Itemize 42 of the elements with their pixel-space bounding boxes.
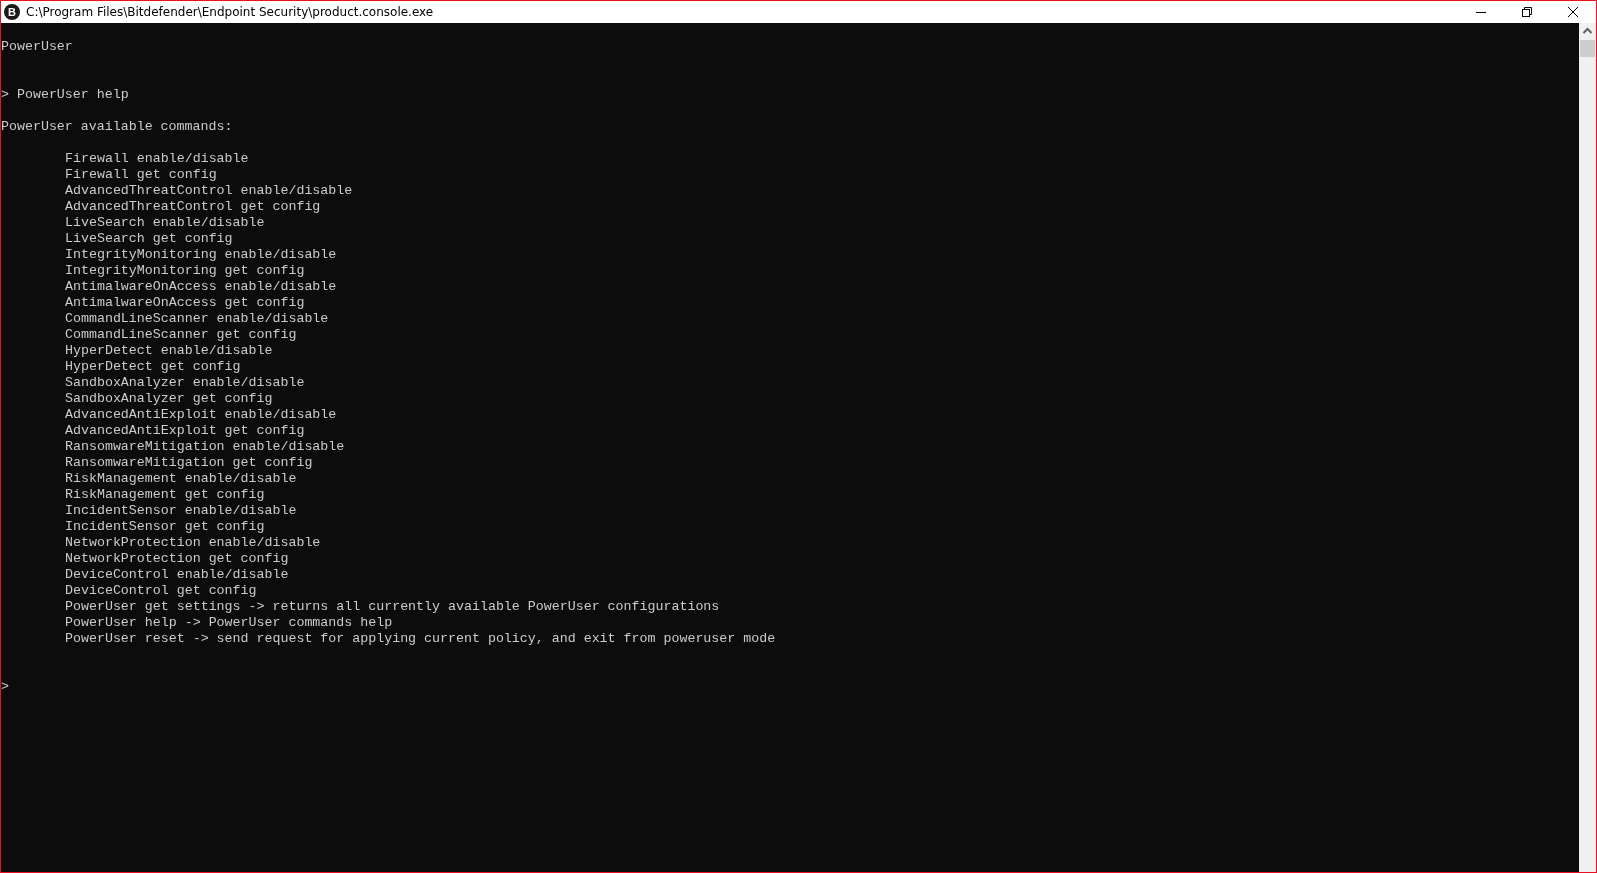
minimize-icon [1476, 11, 1486, 13]
command-help-line: HyperDetect get config [65, 359, 241, 374]
command-help-line: PowerUser help -> PowerUser commands help [65, 615, 393, 630]
app-icon: B [4, 4, 20, 20]
command-help-line: PowerUser reset -> send request for applying current policy, and exit from poweruser mode [65, 631, 776, 646]
command-help-line: SandboxAnalyzer get config [65, 391, 273, 406]
command-help-line: IncidentSensor enable/disable [65, 503, 297, 518]
command-help-line: Firewall enable/disable [65, 151, 249, 166]
command-help-line: NetworkProtection get config [65, 551, 289, 566]
command-help-line: IncidentSensor get config [65, 519, 265, 534]
command-help-line: SandboxAnalyzer enable/disable [65, 375, 305, 390]
command-help-line: AntimalwareOnAccess get config [65, 295, 305, 310]
command-help-line: PowerUser get settings -> returns all currently available PowerUser configurations [65, 599, 720, 614]
console-output-line: PowerUser [1, 39, 73, 54]
command-help-line: AntimalwareOnAccess enable/disable [65, 279, 337, 294]
command-help-line: IntegrityMonitoring get config [65, 263, 305, 278]
command-help-line: NetworkProtection enable/disable [65, 535, 321, 550]
command-help-line: IntegrityMonitoring enable/disable [65, 247, 337, 262]
command-help-line: AdvancedAntiExploit get config [65, 423, 305, 438]
console-output-line: PowerUser available commands: [1, 119, 233, 134]
command-help-line: CommandLineScanner enable/disable [65, 311, 329, 326]
command-help-line: AdvancedThreatControl get config [65, 199, 321, 214]
command-help-line: DeviceControl get config [65, 583, 257, 598]
command-help-line: DeviceControl enable/disable [65, 567, 289, 582]
console-command-line: > PowerUser help [1, 87, 129, 102]
command-help-line: LiveSearch get config [65, 231, 233, 246]
command-help-line: RiskManagement get config [65, 487, 265, 502]
close-icon [1568, 7, 1578, 17]
command-help-line: RansomwareMitigation get config [65, 455, 313, 470]
scrollbar[interactable] [1579, 23, 1596, 872]
restore-icon [1522, 7, 1532, 17]
command-help-line: AdvancedAntiExploit enable/disable [65, 407, 337, 422]
command-help-line: Firewall get config [65, 167, 217, 182]
command-help-line: CommandLineScanner get config [65, 327, 297, 342]
window-title: C:\Program Files\Bitdefender\Endpoint Security\product.console.exe [26, 5, 434, 19]
command-help-line: RansomwareMitigation enable/disable [65, 439, 345, 454]
command-help-line: AdvancedThreatControl enable/disable [65, 183, 353, 198]
command-help-line: RiskManagement enable/disable [65, 471, 297, 486]
scrollbar-thumb[interactable] [1580, 40, 1595, 57]
command-help-line: LiveSearch enable/disable [65, 215, 265, 230]
command-help-line: HyperDetect enable/disable [65, 343, 273, 358]
console-prompt: > [1, 679, 9, 694]
